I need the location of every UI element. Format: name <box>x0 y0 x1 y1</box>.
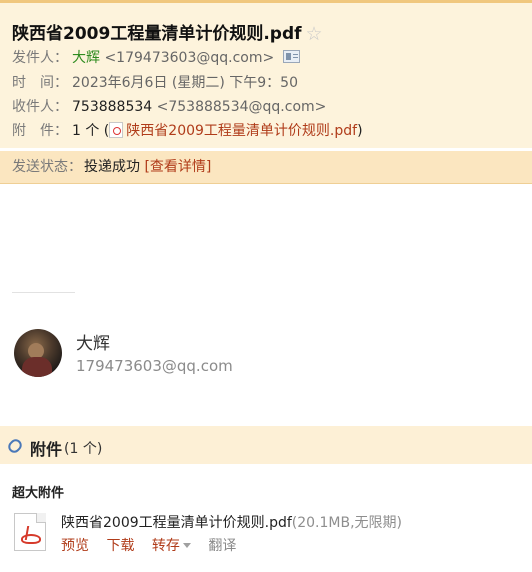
body-divider <box>12 292 75 293</box>
sender-name[interactable]: 大辉 <box>72 50 100 66</box>
delivery-status-bar: 发送状态： 投递成功 [查看详情] <box>0 151 532 184</box>
attachments-header: 附件 (1 个) <box>0 426 532 464</box>
pdf-file-icon <box>109 122 124 138</box>
pdf-glyph-icon <box>21 526 41 544</box>
save-to-button[interactable]: 转存 <box>152 538 180 554</box>
chevron-down-icon[interactable] <box>182 543 191 548</box>
time-label: 时 间： <box>12 75 68 91</box>
to-row: 收件人： 753888534 <753888534@qq.com> <box>12 97 326 117</box>
time-value: 2023年6月6日 (星期二) 下午9：50 <box>72 75 298 91</box>
attachment-actions: 预览 下载 转存 翻译 <box>61 535 236 555</box>
attachment-link[interactable]: 陕西省2009工程量清单计价规则.pdf <box>126 123 357 139</box>
attachment-row: 附 件： 1 个 ( 陕西省2009工程量清单计价规则.pdf) <box>12 121 363 141</box>
status-value: 投递成功 <box>84 159 140 175</box>
mail-header: 陕西省2009工程量清单计价规则.pdf ☆ 发件人： 大辉 <179473603@… <box>0 3 532 148</box>
attachment-label: 附 件： <box>12 123 68 139</box>
subject-text: 陕西省2009工程量清单计价规则.pdf <box>12 24 302 44</box>
attachment-file-meta: (20.1MB,无限期) <box>291 515 403 531</box>
time-row: 时 间： 2023年6月6日 (星期二) 下午9：50 <box>12 73 298 93</box>
large-attachment-label: 超大附件 <box>12 486 65 501</box>
avatar[interactable] <box>14 329 62 377</box>
from-row: 发件人： 大辉 <179473603@qq.com> <box>12 48 301 68</box>
pdf-file-icon[interactable] <box>14 513 46 551</box>
recipient-address[interactable]: <753888534@qq.com> <box>157 99 327 115</box>
contact-card-icon[interactable] <box>283 50 301 63</box>
preview-button[interactable]: 预览 <box>61 538 89 554</box>
star-icon[interactable]: ☆ <box>306 23 323 45</box>
sender-card-name[interactable]: 大辉 <box>76 329 110 354</box>
to-label: 收件人： <box>12 99 68 115</box>
attachments-title: 附件 <box>30 440 63 459</box>
download-button[interactable]: 下载 <box>106 538 134 554</box>
status-row: 发送状态： 投递成功 [查看详情] <box>12 157 211 177</box>
attachment-count: 1 个 ( <box>72 123 110 139</box>
status-label: 发送状态： <box>12 159 82 175</box>
sender-card-email[interactable]: 179473603@qq.com <box>76 357 233 375</box>
attachment-close-paren: ) <box>357 123 363 139</box>
paperclip-icon <box>5 436 25 456</box>
from-label: 发件人： <box>12 50 68 66</box>
view-details-link[interactable]: [查看详情] <box>144 159 211 175</box>
attachment-file-title[interactable]: 陕西省2009工程量清单计价规则.pdf <box>61 515 292 531</box>
attachments-count: (1 个) <box>64 441 103 457</box>
mail-subject: 陕西省2009工程量清单计价规则.pdf ☆ <box>12 19 323 45</box>
recipient-name[interactable]: 753888534 <box>72 99 152 115</box>
sender-address[interactable]: <179473603@qq.com> <box>104 50 274 66</box>
translate-button[interactable]: 翻译 <box>208 538 236 554</box>
attachment-file-name: 陕西省2009工程量清单计价规则.pdf(20.1MB,无限期) <box>61 512 402 532</box>
